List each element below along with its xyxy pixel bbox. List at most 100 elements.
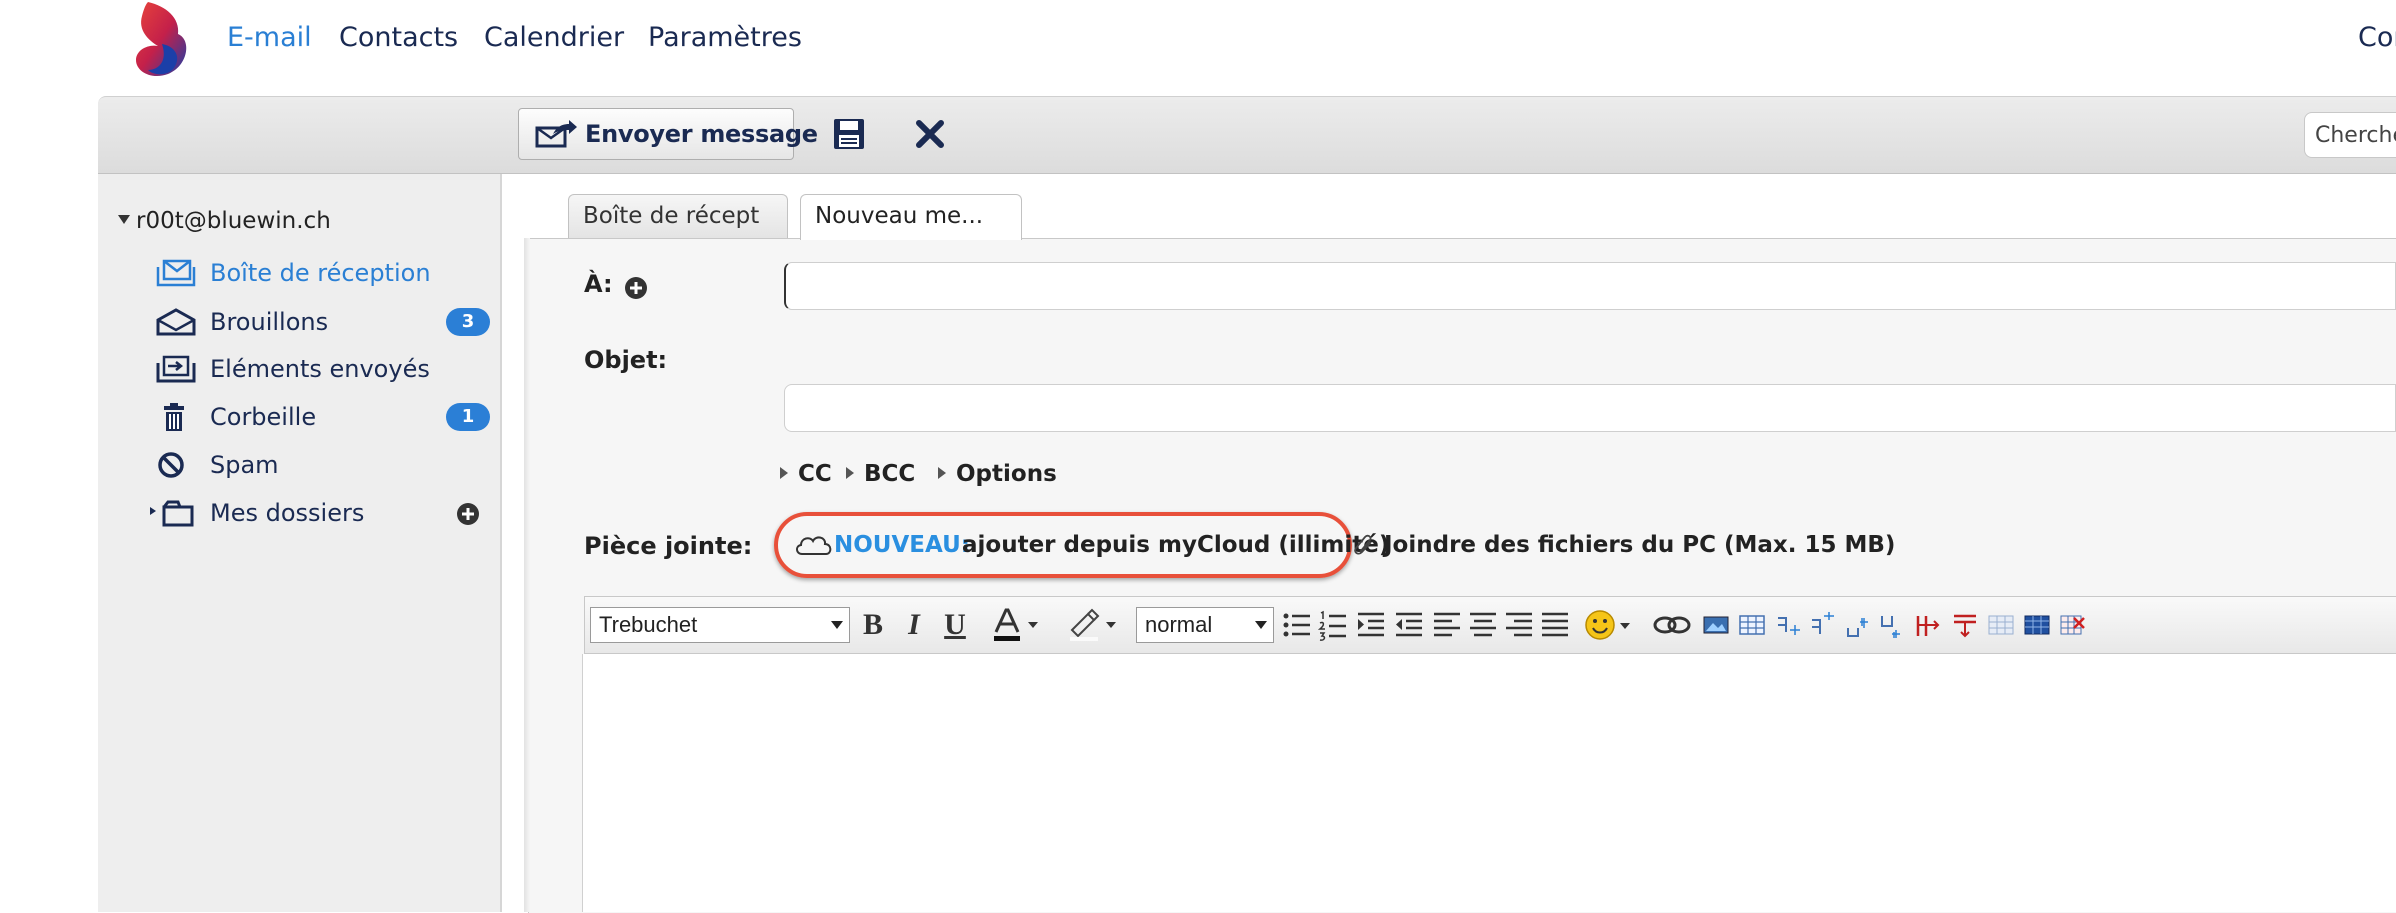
account-email: r00t@bluewin.ch [136,208,331,234]
swisscom-logo[interactable] [122,0,194,80]
unread-count-badge: 1 [446,403,490,431]
attachment-label: Pièce jointe: [584,532,753,560]
save-draft-button[interactable] [832,117,866,151]
folder-spam[interactable]: Spam [150,443,490,487]
align-center-button[interactable] [1468,606,1498,644]
tab-new-message[interactable]: Nouveau me... [800,194,1022,240]
font-size-select[interactable]: normal [1136,607,1274,643]
attach-from-pc-text: Joindre des fichiers du PC (Max. 15 MB) [1384,532,1896,558]
drafts-icon [156,308,196,336]
bold-button[interactable]: B [858,606,888,644]
merge-cells-icon [1844,606,1874,644]
folder-label: Boîte de réception [210,259,431,287]
delete-table-button[interactable] [2058,606,2088,644]
send-icon [535,120,577,148]
insert-column-button[interactable] [1774,606,1804,644]
merge-cells-button[interactable] [1844,606,1874,644]
send-message-button[interactable]: Envoyer message [518,108,818,160]
add-recipient-button[interactable] [624,276,648,300]
insert-link-button[interactable] [1652,606,1692,644]
folder-label: Spam [210,451,279,479]
caret-right-icon [846,466,854,479]
nav-calendar[interactable]: Calendrier [484,18,624,58]
numbered-list-button[interactable] [1318,606,1348,644]
floppy-disk-icon [832,117,866,151]
options-toggle[interactable]: Options [938,458,1057,490]
emoji-button[interactable] [1584,606,1636,644]
bcc-toggle[interactable]: BCC [846,458,915,490]
sent-icon [156,355,196,383]
compose-panel-shadow [524,238,530,912]
folder-trash[interactable]: Corbeille 1 [150,395,490,439]
underline-button[interactable]: U [940,606,970,644]
nav-email[interactable]: E-mail [227,18,312,58]
table-properties-button[interactable] [1986,606,2016,644]
highlight-color-button[interactable] [1066,606,1124,644]
folder-drafts[interactable]: Brouillons 3 [150,300,490,344]
to-field[interactable] [784,262,2396,310]
message-body-editor[interactable] [582,654,2396,912]
subject-label: Objet: [584,346,668,374]
insert-table-button[interactable] [1738,606,1766,644]
delete-column-button[interactable] [1914,606,1944,644]
insert-column-icon [1774,606,1804,644]
account-menu-link[interactable]: Cor [2358,18,2396,58]
cloud-icon [794,533,834,557]
unread-count-badge: 3 [446,308,490,336]
options-label: Options [956,461,1057,487]
italic-button[interactable]: I [900,606,928,644]
main-toolbar [98,96,2396,174]
folder-label: Corbeille [210,403,317,431]
insert-row-icon [1808,606,1838,644]
highlighter-icon [1066,606,1124,644]
folder-label: Eléments envoyés [210,355,430,383]
bullet-list-button[interactable] [1282,606,1312,644]
chevron-down-icon [831,621,843,629]
delete-row-icon [1950,606,1980,644]
align-left-button[interactable] [1432,606,1462,644]
smiley-icon [1584,606,1636,644]
table-grid-icon [1986,606,2016,644]
send-message-label: Envoyer message [585,120,818,148]
cell-properties-icon [2022,606,2052,644]
tab-inbox[interactable]: Boîte de récept [568,194,788,238]
subject-field[interactable] [784,384,2396,432]
inbox-icon [156,259,196,287]
plus-circle-icon [456,502,480,526]
mycloud-new-label: NOUVEAU: [834,532,970,558]
folder-inbox[interactable]: Boîte de réception [150,251,490,295]
font-family-value: Trebuchet [599,612,698,637]
insert-row-button[interactable] [1808,606,1838,644]
close-icon [912,116,948,152]
indent-button[interactable] [1356,606,1386,644]
outdent-button[interactable] [1394,606,1424,644]
add-folder-button[interactable] [456,502,480,526]
align-justify-icon [1540,606,1570,644]
insert-image-button[interactable] [1702,606,1730,644]
folder-my-folders[interactable]: Mes dossiers [144,491,484,535]
search-input[interactable] [2304,112,2396,158]
delete-table-icon [2058,606,2088,644]
font-family-select[interactable]: Trebuchet [590,607,850,643]
text-color-button[interactable] [990,606,1046,644]
delete-row-button[interactable] [1950,606,1980,644]
underline-icon: U [944,608,966,641]
cc-toggle[interactable]: CC [780,458,832,490]
align-right-button[interactable] [1504,606,1534,644]
mycloud-text: ajouter depuis myCloud (illimité) [962,532,1390,558]
align-justify-button[interactable] [1540,606,1570,644]
caret-right-icon [938,466,946,479]
discard-button[interactable] [912,116,948,152]
folder-label: Brouillons [210,308,329,336]
split-cells-icon [1878,606,1908,644]
nav-settings[interactable]: Paramètres [648,18,802,58]
nav-contacts[interactable]: Contacts [339,18,458,58]
indent-icon [1356,606,1386,644]
account-toggle[interactable]: r00t@bluewin.ch [118,204,331,238]
split-cells-button[interactable] [1878,606,1908,644]
plus-circle-icon [624,276,648,300]
text-color-icon [990,606,1046,644]
folder-sent[interactable]: Eléments envoyés [150,347,490,391]
cell-properties-button[interactable] [2022,606,2052,644]
delete-column-icon [1914,606,1944,644]
